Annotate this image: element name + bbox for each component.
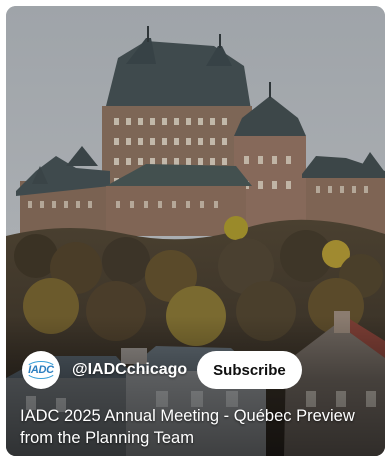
avatar-logo-text: IADC — [28, 364, 54, 376]
subscribe-button[interactable]: Subscribe — [197, 351, 302, 389]
channel-avatar[interactable]: IADC — [22, 351, 60, 389]
video-title[interactable]: IADC 2025 Annual Meeting - Québec Previe… — [20, 405, 380, 449]
channel-handle[interactable]: @IADCchicago — [72, 361, 187, 379]
video-card[interactable]: IADC @IADCchicago Subscribe IADC 2025 An… — [6, 6, 385, 456]
channel-row: IADC @IADCchicago Subscribe — [22, 350, 302, 390]
